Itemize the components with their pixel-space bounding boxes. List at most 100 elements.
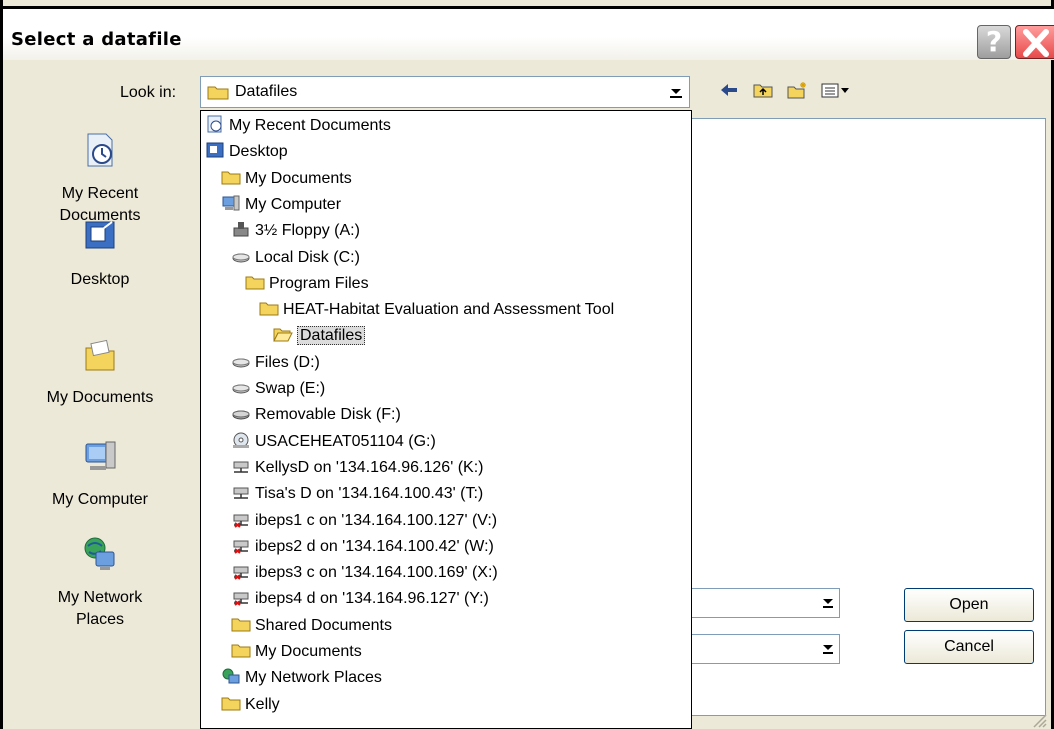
place-my-documents[interactable]: My Documents xyxy=(12,334,188,409)
cancel-button[interactable]: Cancel xyxy=(904,630,1034,664)
place-label: Desktop xyxy=(70,271,130,288)
desktop-icon xyxy=(85,221,115,249)
dropdown-item[interactable]: My Documents xyxy=(221,166,352,192)
dropdown-item-label: Datafiles xyxy=(297,326,366,346)
chevron-down-icon[interactable] xyxy=(821,643,835,655)
dropdown-item-label: ibeps1 c on '134.164.100.127' (V:) xyxy=(255,511,498,529)
dropdown-item-label: Shared Documents xyxy=(255,616,392,634)
toolbar xyxy=(718,81,850,99)
file-dialog: Select a datafile ? Look in: Datafiles M… xyxy=(0,0,1054,729)
dropdown-item[interactable]: Tisa's D on '134.164.100.43' (T:) xyxy=(231,481,483,507)
dropdown-item-label: ibeps2 d on '134.164.100.42' (W:) xyxy=(255,537,494,555)
dropdown-item[interactable]: KellysD on '134.164.96.126' (K:) xyxy=(231,455,483,481)
dropdown-item[interactable]: Local Disk (C:) xyxy=(231,245,360,271)
network-places-icon xyxy=(84,537,115,570)
dropdown-item[interactable]: ibeps3 c on '134.164.100.169' (X:) xyxy=(231,560,498,586)
dropdown-item-label: HEAT-Habitat Evaluation and Assessment T… xyxy=(283,301,615,319)
dropdown-item[interactable]: My Documents xyxy=(231,639,362,665)
desktop-icon xyxy=(206,142,224,158)
dropdown-item[interactable]: Files (D:) xyxy=(231,350,320,376)
title-bar[interactable]: Select a datafile ? xyxy=(3,6,1054,60)
network-drive-disconnected-icon xyxy=(233,592,249,607)
back-arrow-icon[interactable] xyxy=(718,81,740,99)
dropdown-item[interactable]: My Recent Documents xyxy=(205,113,391,139)
network-drive-icon xyxy=(233,487,249,499)
network-drive-disconnected-icon xyxy=(233,566,249,580)
look-in-combo[interactable]: Datafiles xyxy=(200,76,690,108)
dropdown-item-label: Removable Disk (F:) xyxy=(255,406,401,424)
dropdown-item-label: USACEHEAT051104 (G:) xyxy=(255,432,436,450)
dropdown-item[interactable]: Datafiles xyxy=(273,323,366,349)
close-icon xyxy=(1023,29,1049,57)
place-label: My Documents xyxy=(46,389,154,406)
dropdown-item[interactable]: Desktop xyxy=(205,139,288,165)
dropdown-item-label: ibeps4 d on '134.164.96.127' (Y:) xyxy=(255,590,489,608)
places-bar: My Recent Documents Desktop My Documents xyxy=(12,118,188,718)
place-my-computer[interactable]: My Computer xyxy=(12,436,188,511)
dropdown-item[interactable]: My Computer xyxy=(221,192,341,218)
place-desktop[interactable]: Desktop xyxy=(12,216,188,291)
dropdown-item[interactable]: Swap (E:) xyxy=(231,376,325,402)
chevron-down-icon[interactable] xyxy=(821,597,835,609)
folder-icon xyxy=(259,302,279,316)
resize-grip-icon[interactable] xyxy=(1028,709,1048,729)
file-name-combo[interactable] xyxy=(690,588,840,618)
dropdown-item[interactable]: USACEHEAT051104 (G:) xyxy=(231,429,436,455)
open-button[interactable]: Open xyxy=(904,588,1034,622)
dropdown-item[interactable]: Program Files xyxy=(245,271,369,297)
place-network[interactable]: My Network Places xyxy=(12,534,188,631)
dropdown-item[interactable]: Shared Documents xyxy=(231,613,392,639)
folder-icon xyxy=(221,697,241,711)
dropdown-item-label: Kelly xyxy=(245,695,280,713)
window-title: Select a datafile xyxy=(11,29,182,50)
dropdown-item-label: My Network Places xyxy=(245,669,382,687)
dropdown-item-label: Swap (E:) xyxy=(255,380,326,397)
dropdown-item[interactable]: ibeps4 d on '134.164.96.127' (Y:) xyxy=(231,586,489,612)
dropdown-item-label: My Documents xyxy=(245,169,352,187)
dropdown-item-label: Program Files xyxy=(269,274,369,292)
dropdown-item[interactable]: Kelly xyxy=(221,692,280,718)
views-menu-icon[interactable] xyxy=(820,81,850,99)
folder-open-icon xyxy=(273,328,293,342)
recent-documents-icon xyxy=(87,133,113,167)
removable-disk-icon xyxy=(232,410,250,420)
dropdown-item-label: Files (D:) xyxy=(255,353,320,371)
file-type-combo[interactable] xyxy=(690,634,840,664)
dropdown-item[interactable]: My Network Places xyxy=(221,665,382,691)
disk-icon xyxy=(232,253,250,262)
close-button[interactable] xyxy=(1015,25,1054,59)
up-folder-icon[interactable] xyxy=(752,81,774,99)
dropdown-item-label: My Recent Documents xyxy=(229,117,391,134)
new-folder-icon[interactable] xyxy=(786,81,808,99)
dropdown-item[interactable]: ibeps2 d on '134.164.100.42' (W:) xyxy=(231,534,494,560)
disk-icon xyxy=(232,358,250,368)
folder-icon xyxy=(221,171,241,185)
dropdown-item-label: Local Disk (C:) xyxy=(255,248,360,266)
floppy-icon xyxy=(233,222,249,237)
dropdown-item-label: My Computer xyxy=(245,195,342,213)
network-drive-icon xyxy=(233,461,249,473)
place-label: My Network Places xyxy=(57,589,143,628)
help-button[interactable]: ? xyxy=(977,25,1011,59)
computer-icon xyxy=(222,195,240,211)
folder-icon xyxy=(245,276,265,290)
folder-icon xyxy=(231,618,251,632)
network-drive-disconnected-icon xyxy=(233,540,249,554)
window-frame-right xyxy=(1048,0,1054,729)
dropdown-item-label: 3½ Floppy (A:) xyxy=(255,222,360,240)
dropdown-item-label: KellysD on '134.164.96.126' (K:) xyxy=(255,458,484,476)
window-frame-left xyxy=(0,0,8,729)
look-in-value: Datafiles xyxy=(235,83,298,100)
look-in-label: Look in: xyxy=(120,84,177,101)
dropdown-item[interactable]: 3½ Floppy (A:) xyxy=(231,218,360,244)
place-recent-documents[interactable]: My Recent Documents xyxy=(12,130,188,227)
chevron-down-icon[interactable] xyxy=(668,85,684,99)
disk-icon xyxy=(232,384,250,394)
look-in-dropdown[interactable]: My Recent Documents Desktop My Documents My… xyxy=(200,110,692,729)
dropdown-item-label: ibeps3 c on '134.164.100.169' (X:) xyxy=(255,564,498,582)
recent-documents-icon xyxy=(207,115,222,133)
dropdown-item[interactable]: ibeps1 c on '134.164.100.127' (V:) xyxy=(231,508,497,534)
dropdown-item[interactable]: Removable Disk (F:) xyxy=(231,402,401,428)
dropdown-item[interactable]: HEAT-Habitat Evaluation and Assessment T… xyxy=(259,297,614,323)
dropdown-item-label: Tisa's D on '134.164.100.43' (T:) xyxy=(255,485,484,503)
